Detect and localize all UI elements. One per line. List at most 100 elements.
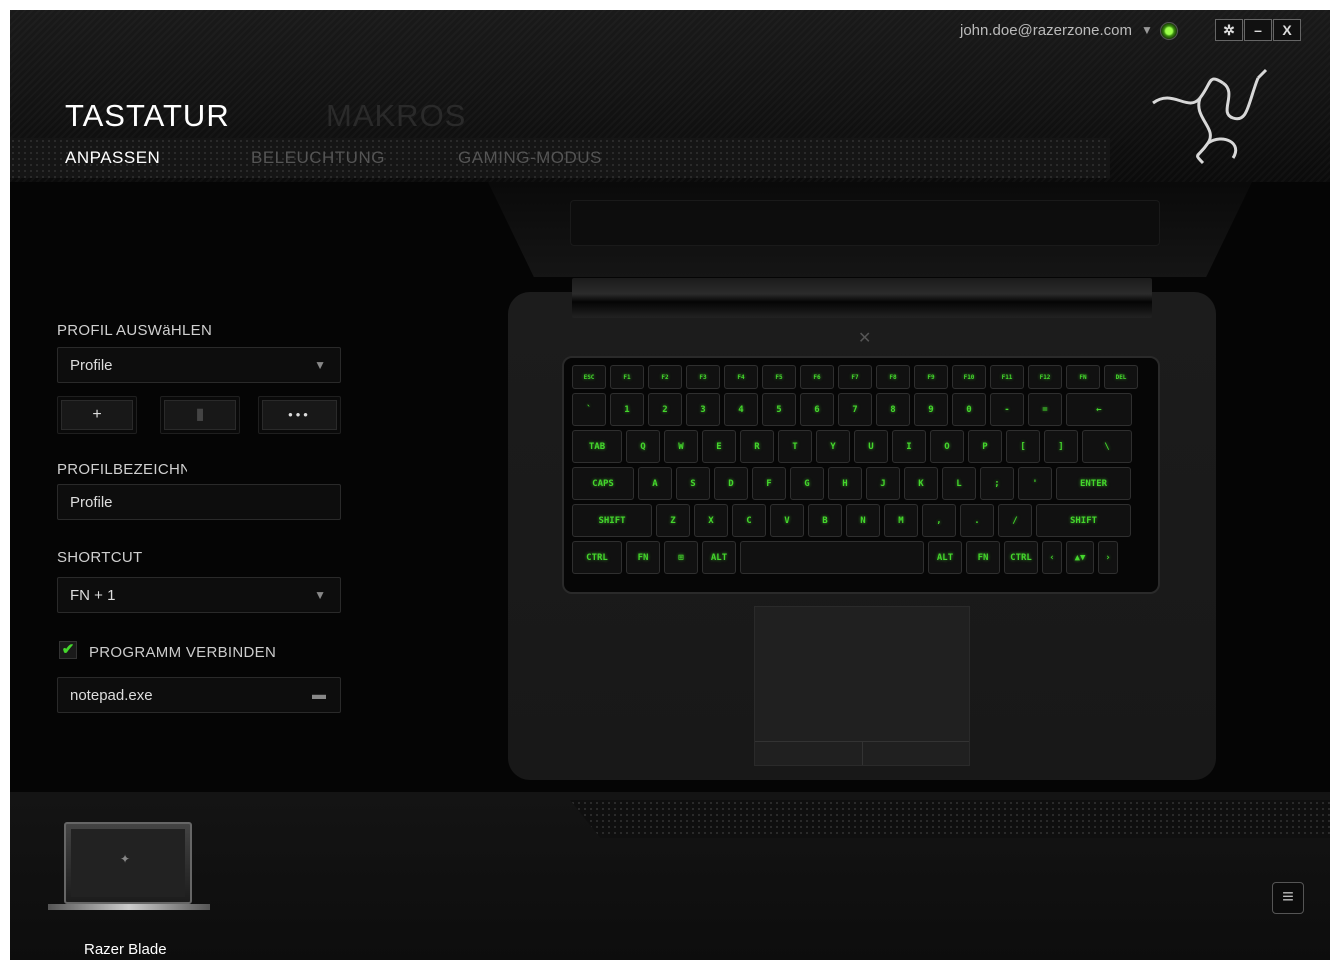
key[interactable]: L (942, 467, 976, 500)
key[interactable]: 3 (686, 393, 720, 426)
tab-makros[interactable]: MAKROS (326, 98, 466, 134)
key[interactable]: K (904, 467, 938, 500)
more-options-button[interactable]: ••• (258, 396, 341, 434)
key[interactable]: f9 (914, 365, 948, 389)
key[interactable]: fn (626, 541, 660, 574)
subtab-anpassen[interactable]: ANPASSEN (65, 148, 160, 168)
key[interactable]: S (676, 467, 710, 500)
key[interactable]: 9 (914, 393, 948, 426)
key[interactable]: ] (1044, 430, 1078, 463)
key[interactable]: T (778, 430, 812, 463)
hamburger-icon[interactable]: ≡ (1272, 882, 1304, 914)
key[interactable]: B (808, 504, 842, 537)
key[interactable]: f3 (686, 365, 720, 389)
key[interactable]: C (732, 504, 766, 537)
key[interactable]: del (1104, 365, 1138, 389)
program-path-input[interactable]: notepad.exe ▬ (57, 677, 341, 713)
key[interactable]: ; (980, 467, 1014, 500)
key[interactable]: Z (656, 504, 690, 537)
tab-tastatur[interactable]: TASTATUR (65, 98, 230, 134)
key[interactable]: f4 (724, 365, 758, 389)
device-thumbnail[interactable]: ✦ (48, 822, 210, 914)
key[interactable]: 2 (648, 393, 682, 426)
key[interactable]: R (740, 430, 774, 463)
key[interactable]: alt (702, 541, 736, 574)
key[interactable]: tab (572, 430, 622, 463)
key[interactable]: ← (1066, 393, 1132, 426)
key[interactable]: Q (626, 430, 660, 463)
key[interactable]: f1 (610, 365, 644, 389)
key[interactable]: H (828, 467, 862, 500)
subtab-gaming-modus[interactable]: GAMING-MODUS (458, 148, 602, 168)
key[interactable]: [ (1006, 430, 1040, 463)
add-profile-button[interactable]: + (57, 396, 137, 434)
key[interactable]: 8 (876, 393, 910, 426)
key[interactable]: / (998, 504, 1032, 537)
key[interactable]: ctrl (1004, 541, 1038, 574)
key[interactable]: O (930, 430, 964, 463)
shortcut-dropdown[interactable]: FN + 1 ▼ (57, 577, 341, 613)
subtab-beleuchtung[interactable]: BELEUCHTUNG (251, 148, 385, 168)
key[interactable]: 1 (610, 393, 644, 426)
key[interactable]: X (694, 504, 728, 537)
key[interactable]: I (892, 430, 926, 463)
key[interactable]: W (664, 430, 698, 463)
minimize-button[interactable]: – (1244, 19, 1272, 41)
key[interactable]: f5 (762, 365, 796, 389)
account-email[interactable]: john.doe@razerzone.com (960, 22, 1132, 39)
key[interactable] (740, 541, 924, 574)
profile-name-input[interactable]: Profile (57, 484, 341, 520)
key[interactable]: f11 (990, 365, 1024, 389)
key[interactable]: 4 (724, 393, 758, 426)
key[interactable]: . (960, 504, 994, 537)
key[interactable]: N (846, 504, 880, 537)
settings-button[interactable]: ✲ (1215, 19, 1243, 41)
key[interactable]: f6 (800, 365, 834, 389)
key[interactable]: 6 (800, 393, 834, 426)
key[interactable]: ctrl (572, 541, 622, 574)
key[interactable]: J (866, 467, 900, 500)
key[interactable]: - (990, 393, 1024, 426)
folder-icon[interactable]: ▬ (312, 686, 326, 702)
key[interactable]: f2 (648, 365, 682, 389)
key[interactable]: = (1028, 393, 1062, 426)
key[interactable]: shift (1036, 504, 1131, 537)
key[interactable]: A (638, 467, 672, 500)
key[interactable]: 5 (762, 393, 796, 426)
key[interactable]: shift (572, 504, 652, 537)
key[interactable]: 7 (838, 393, 872, 426)
key[interactable]: Y (816, 430, 850, 463)
key[interactable]: F (752, 467, 786, 500)
link-program-label[interactable]: PROGRAMM VERBINDEN (89, 644, 276, 661)
link-program-checkbox[interactable]: ✔ (59, 641, 77, 659)
key[interactable]: ' (1018, 467, 1052, 500)
key[interactable]: V (770, 504, 804, 537)
key[interactable]: enter (1056, 467, 1131, 500)
key[interactable]: G (790, 467, 824, 500)
key[interactable]: alt (928, 541, 962, 574)
key[interactable]: fn (1066, 365, 1100, 389)
key[interactable]: D (714, 467, 748, 500)
key[interactable]: \ (1082, 430, 1132, 463)
key[interactable]: f12 (1028, 365, 1062, 389)
key[interactable]: U (854, 430, 888, 463)
key[interactable]: ‹ (1042, 541, 1062, 574)
key[interactable]: , (922, 504, 956, 537)
key[interactable]: f7 (838, 365, 872, 389)
key[interactable]: f10 (952, 365, 986, 389)
key[interactable]: caps (572, 467, 634, 500)
account-dropdown-icon[interactable]: ▼ (1141, 23, 1153, 37)
key[interactable]: › (1098, 541, 1118, 574)
profile-dropdown[interactable]: Profile ▼ (57, 347, 341, 383)
key[interactable]: ` (572, 393, 606, 426)
key[interactable]: esc (572, 365, 606, 389)
delete-profile-button[interactable]: ▮ (160, 396, 240, 434)
key[interactable]: P (968, 430, 1002, 463)
key[interactable]: ⊞ (664, 541, 698, 574)
key[interactable]: f8 (876, 365, 910, 389)
key[interactable]: M (884, 504, 918, 537)
key[interactable]: fn (966, 541, 1000, 574)
close-button[interactable]: X (1273, 19, 1301, 41)
key[interactable]: ▲▼ (1066, 541, 1094, 574)
key[interactable]: E (702, 430, 736, 463)
